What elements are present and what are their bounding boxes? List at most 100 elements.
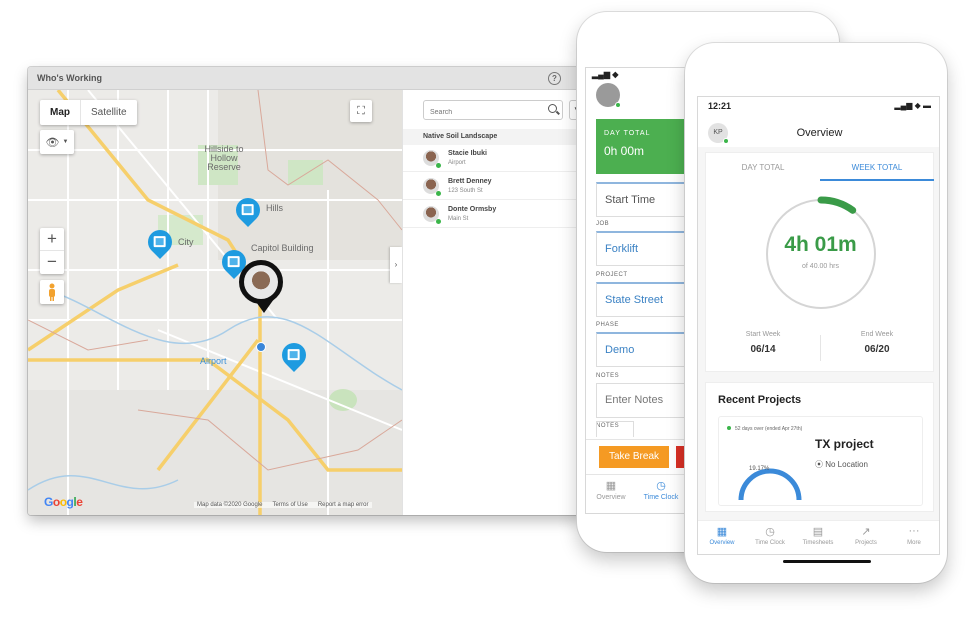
worker-list-item[interactable]: Donte Ormsby Main St • xyxy=(403,201,584,228)
worker-name: Brett Denney xyxy=(448,178,492,185)
clock-icon: ◷ xyxy=(656,480,666,492)
workers-sidebar: ▼ Native Soil Landscape Stacie Ibuki Air… xyxy=(402,90,584,515)
google-logo: Google xyxy=(44,495,83,509)
notes-field[interactable]: Enter Notes xyxy=(596,383,696,418)
timesheets-icon: ▤ xyxy=(812,526,824,538)
start-week-label: Start Week xyxy=(745,331,781,338)
tab-projects[interactable]: ↗ Projects xyxy=(842,525,890,546)
location-dot xyxy=(256,342,266,352)
fullscreen-icon: ⛶ xyxy=(357,104,365,117)
chevron-right-icon: › xyxy=(394,260,398,269)
map-data-text: Map data ©2020 Google xyxy=(197,502,263,508)
tab-label: Time Clock xyxy=(643,494,679,501)
layers-dropdown[interactable]: 👁 ▼ xyxy=(40,130,74,154)
more-icon: ··· xyxy=(908,525,920,537)
worker-list-item[interactable]: Brett Denney 123 South St • xyxy=(403,173,584,200)
start-week-value: 06/14 xyxy=(750,344,776,355)
tab-overview[interactable]: ▦ Overview xyxy=(698,525,746,546)
online-status-dot xyxy=(436,191,441,196)
status-time: 12:21 xyxy=(708,101,732,111)
zoom-out-button[interactable]: − xyxy=(40,251,64,274)
building-icon xyxy=(241,204,254,216)
end-week: End Week 06/20 xyxy=(820,331,934,355)
tab-time-clock[interactable]: ◷ Time Clock xyxy=(636,479,686,501)
building-icon xyxy=(287,349,300,361)
clock-icon: ◷ xyxy=(765,526,775,538)
tab-time-clock[interactable]: ◷ Time Clock xyxy=(746,525,794,546)
map-type-map[interactable]: Map xyxy=(40,100,81,125)
job-field[interactable]: Forklift xyxy=(596,231,696,266)
map-label-reserve: Hillside to Hollow Reserve xyxy=(204,144,244,172)
tab-label: Overview xyxy=(709,540,735,546)
status-icons: ▂▄▆ ◆ ▬ xyxy=(894,101,931,110)
fullscreen-button[interactable]: ⛶ xyxy=(350,100,372,122)
location-pin-icon: ⦿ xyxy=(815,460,826,469)
tab-label: Time Clock xyxy=(755,540,785,546)
map-view[interactable]: Map Satellite ⛶ 👁 ▼ + − Hillside to Hollo… xyxy=(28,90,402,515)
signal-wifi-icon: ▂▄▆ ◆ xyxy=(592,70,619,79)
collapse-panel-button[interactable]: › xyxy=(390,247,402,283)
zoom-in-button[interactable]: + xyxy=(40,228,64,251)
map-label-capitol: Capitol Building xyxy=(251,243,314,253)
tab-overview[interactable]: ▦ Overview xyxy=(586,479,636,501)
whos-working-window: Who's Working ? Map Satellite ⛶ 👁 ▼ + − … xyxy=(28,67,584,515)
employee-location-pin[interactable] xyxy=(239,260,283,313)
project-field[interactable]: State Street xyxy=(596,282,696,317)
tab-timesheets[interactable]: ▤ Timesheets xyxy=(794,525,842,546)
tab-week-total[interactable]: WEEK TOTAL xyxy=(820,163,934,172)
project-location: ⦿ No Location xyxy=(815,459,868,470)
map-attribution: Map data ©2020 Google Terms of Use Repor… xyxy=(194,502,372,508)
project-label: PROJECT xyxy=(596,272,628,278)
day-total-value: 0h 00m xyxy=(604,144,645,158)
start-week: Start Week 06/14 xyxy=(706,331,820,355)
take-break-button[interactable]: Take Break xyxy=(599,446,669,468)
phase-label: PHASE xyxy=(596,322,619,328)
tab-more[interactable]: ··· More xyxy=(890,525,938,546)
tab-label: Overview xyxy=(596,494,626,501)
project-card[interactable]: 52 days over (ended Apr 27th) 19.17% TX … xyxy=(718,416,923,506)
chevron-down-icon: ▼ xyxy=(62,139,69,145)
eye-icon: 👁 xyxy=(45,136,60,149)
project-progress-gauge xyxy=(738,468,802,501)
end-week-label: End Week xyxy=(860,331,894,338)
start-time-field[interactable]: Start Time xyxy=(596,182,696,217)
map-label-hills: Hills xyxy=(266,203,283,213)
notes-label: NOTES xyxy=(596,373,620,379)
project-status: 52 days over (ended Apr 27th) xyxy=(727,426,802,432)
question-circle-icon[interactable]: ? xyxy=(548,72,561,85)
search-input[interactable] xyxy=(424,103,534,122)
overview-header: 12:21 ▂▄▆ ◆ ▬ KP Overview xyxy=(698,97,939,147)
report-map-error-link[interactable]: Report a map error xyxy=(318,502,369,508)
user-avatar[interactable] xyxy=(596,83,621,108)
worker-location: Main St xyxy=(448,216,469,222)
worker-list-item[interactable]: Stacie Ibuki Airport • xyxy=(403,145,584,172)
recent-projects-card: Recent Projects 52 days over (ended Apr … xyxy=(705,382,934,512)
building-icon xyxy=(153,236,166,248)
search-field xyxy=(423,100,563,122)
online-status-dot xyxy=(436,219,441,224)
map-type-satellite[interactable]: Satellite xyxy=(81,100,137,125)
notes-field-2[interactable] xyxy=(596,421,634,437)
recent-projects-title: Recent Projects xyxy=(718,394,802,406)
day-total-label: DAY TOTAL xyxy=(604,130,651,137)
project-location-text: No Location xyxy=(825,460,868,469)
overview-icon: ▦ xyxy=(605,480,617,492)
overview-screen: 12:21 ▂▄▆ ◆ ▬ KP Overview DAY TOTAL WEEK… xyxy=(697,96,940,555)
active-tab-indicator xyxy=(820,179,934,181)
phase-field[interactable]: Demo xyxy=(596,332,696,367)
pegman-icon xyxy=(49,283,55,301)
online-status-dot xyxy=(615,102,621,108)
search-icon[interactable] xyxy=(548,104,557,113)
zoom-control: + − xyxy=(40,228,64,274)
week-total-value: 4h 01m xyxy=(784,233,857,256)
worker-name: Stacie Ibuki xyxy=(448,150,487,157)
home-indicator xyxy=(783,560,871,563)
tab-label: Timesheets xyxy=(802,540,834,546)
end-week-value: 06/20 xyxy=(864,344,890,355)
group-header: Native Soil Landscape xyxy=(403,129,584,145)
map-label-airport: Airport xyxy=(200,356,227,366)
terms-of-use-link[interactable]: Terms of Use xyxy=(272,502,307,508)
tab-day-total[interactable]: DAY TOTAL xyxy=(706,163,820,172)
tab-label: More xyxy=(907,540,921,546)
street-view-pegman[interactable] xyxy=(40,280,64,304)
